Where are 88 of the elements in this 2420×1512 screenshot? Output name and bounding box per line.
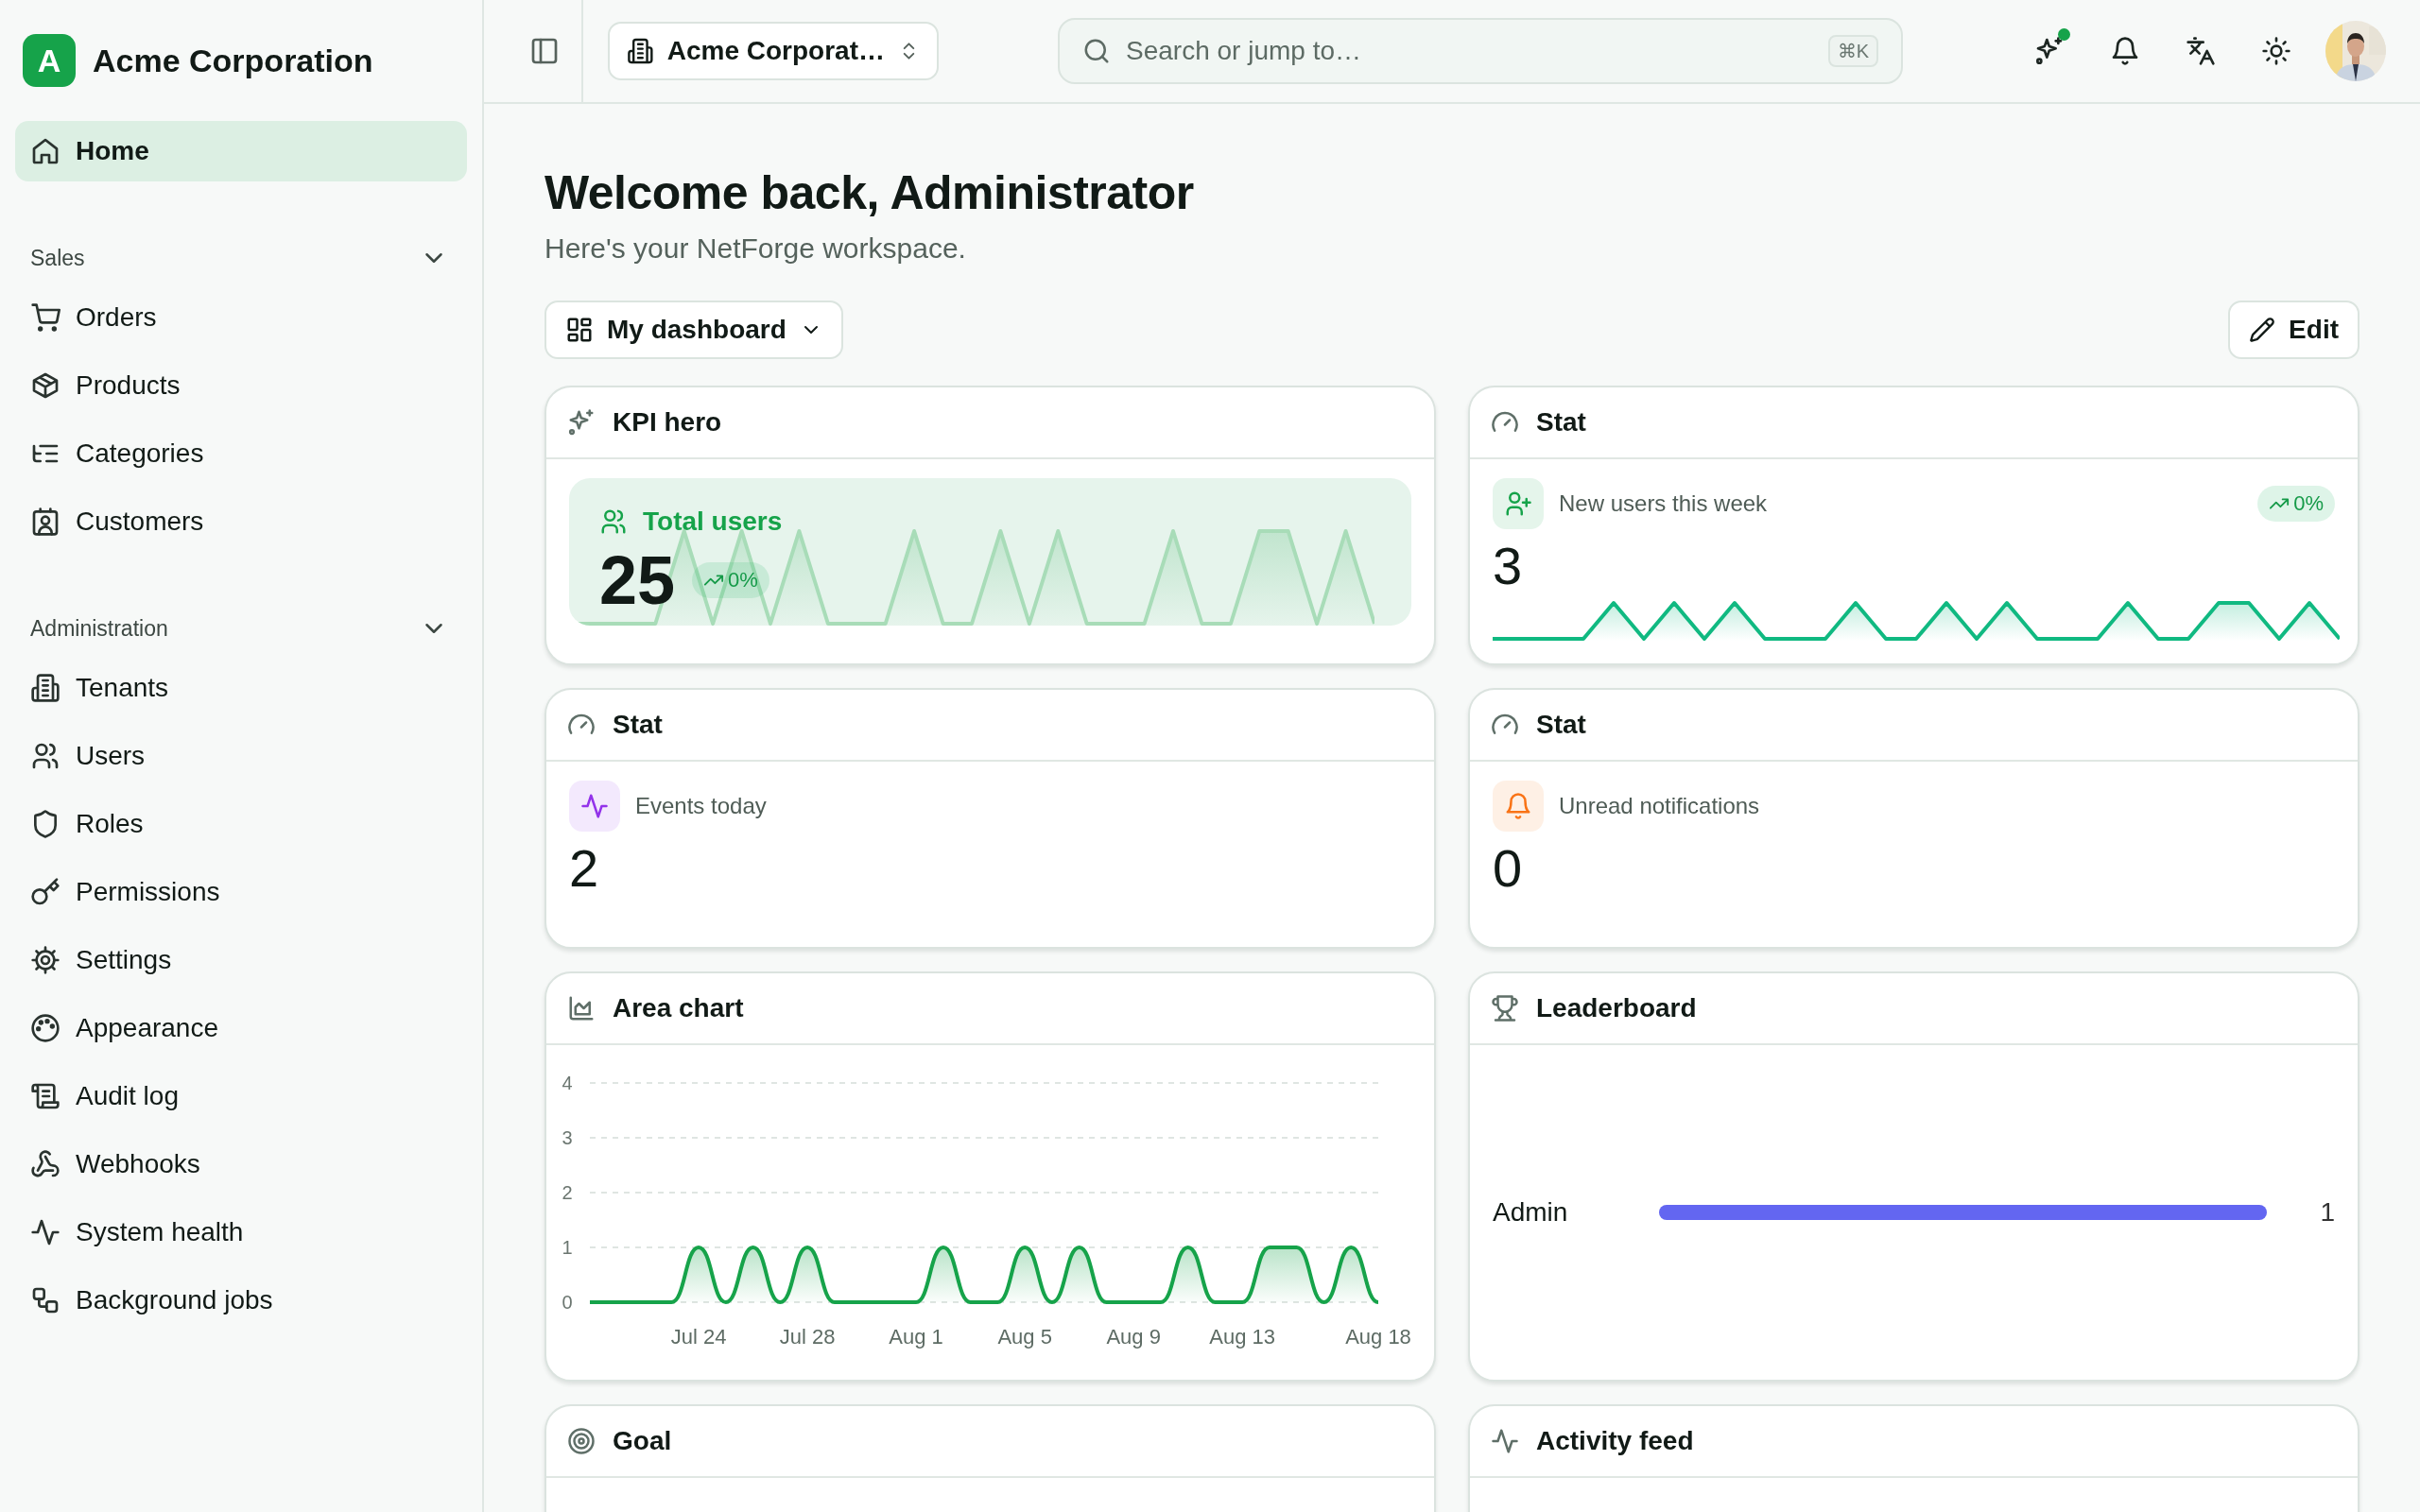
card-title: Goal bbox=[613, 1426, 672, 1456]
pulse-icon bbox=[30, 1217, 60, 1247]
sparkles-icon bbox=[2034, 36, 2065, 66]
layout-grid-icon bbox=[565, 316, 594, 344]
area-chart-icon bbox=[567, 994, 596, 1022]
search-field[interactable]: Search or jump to… ⌘K bbox=[1058, 18, 1903, 84]
section-header[interactable]: Sales bbox=[15, 232, 467, 284]
card-title: KPI hero bbox=[613, 407, 722, 438]
trend-badge: 0% bbox=[692, 562, 769, 598]
nav-item[interactable]: Background jobs bbox=[15, 1270, 467, 1331]
logo-badge: A bbox=[23, 34, 76, 87]
settings-icon bbox=[30, 945, 60, 975]
axis-label: Aug 9 bbox=[1106, 1325, 1161, 1349]
contact-card-icon bbox=[30, 507, 60, 537]
nav-item[interactable]: Audit log bbox=[15, 1066, 467, 1126]
building-icon bbox=[627, 37, 654, 65]
palette-icon bbox=[30, 1013, 60, 1043]
axis-label: 2 bbox=[562, 1182, 573, 1203]
card-title: Area chart bbox=[613, 993, 744, 1023]
webhook-icon bbox=[30, 1149, 60, 1179]
organization-select[interactable]: Acme Corporat… bbox=[608, 22, 939, 80]
nav-item[interactable]: Tenants bbox=[15, 658, 467, 718]
axis-label: 4 bbox=[562, 1073, 573, 1093]
scroll-icon bbox=[30, 1081, 60, 1111]
nav-item[interactable]: System health bbox=[15, 1202, 467, 1263]
organization-name: Acme Corporation bbox=[93, 42, 373, 79]
key-icon bbox=[30, 877, 60, 907]
edit-button[interactable]: Edit bbox=[2228, 301, 2360, 359]
card-title: Activity feed bbox=[1536, 1426, 1694, 1456]
nav-item[interactable]: Home bbox=[15, 121, 467, 181]
panel-icon bbox=[529, 36, 560, 66]
card-title: Stat bbox=[613, 710, 663, 740]
users-icon bbox=[599, 507, 628, 536]
nav-item[interactable]: Products bbox=[15, 355, 467, 416]
box-icon bbox=[30, 370, 60, 401]
building-icon bbox=[30, 673, 60, 703]
sun-icon bbox=[2261, 36, 2291, 66]
nav-item[interactable]: Settings bbox=[15, 930, 467, 990]
stat-label: New users this week bbox=[1559, 490, 1769, 517]
axis-label: Aug 18 bbox=[1345, 1325, 1411, 1349]
axis-label: Jul 28 bbox=[779, 1325, 836, 1349]
card-title: Leaderboard bbox=[1536, 993, 1697, 1023]
dashboard-select[interactable]: My dashboard bbox=[544, 301, 843, 359]
translate-icon bbox=[2186, 36, 2216, 66]
axis-label: Jul 24 bbox=[670, 1325, 727, 1349]
home-icon bbox=[30, 136, 60, 166]
users-icon bbox=[30, 741, 60, 771]
card-title: Stat bbox=[1536, 710, 1586, 740]
nav-item[interactable]: Appearance bbox=[15, 998, 467, 1058]
stat-value: 2 bbox=[569, 837, 600, 900]
section-title: Administration bbox=[30, 615, 168, 642]
nav-item[interactable]: Customers bbox=[15, 491, 467, 552]
kpi-value: 25 bbox=[599, 544, 676, 616]
trend-badge: 0% bbox=[2257, 486, 2335, 522]
page-subtitle: Here's your NetForge workspace. bbox=[544, 232, 967, 265]
axis-label: 0 bbox=[562, 1292, 573, 1313]
nav-item[interactable]: Roles bbox=[15, 794, 467, 854]
page-title: Welcome back, Administrator bbox=[544, 165, 1195, 221]
pencil-icon bbox=[2249, 317, 2276, 343]
leader-name: Admin bbox=[1493, 1197, 1569, 1228]
trophy-icon bbox=[1491, 994, 1519, 1022]
axis-label: Aug 5 bbox=[997, 1325, 1052, 1349]
stat-value: 3 bbox=[1493, 535, 1524, 597]
axis-label: 1 bbox=[562, 1237, 573, 1258]
shortcut-hint: ⌘K bbox=[1827, 35, 1878, 67]
axis-label: Aug 13 bbox=[1209, 1325, 1276, 1349]
leader-score: 1 bbox=[2319, 1197, 2335, 1228]
nav-item[interactable]: Permissions bbox=[15, 862, 467, 922]
nav-item[interactable]: Webhooks bbox=[15, 1134, 467, 1194]
stat-label: Unread notifications bbox=[1559, 793, 1761, 819]
stat-label: Events today bbox=[635, 793, 768, 819]
nav-item[interactable]: Categories bbox=[15, 423, 467, 484]
kpi-label: Total users bbox=[643, 507, 783, 537]
pulse-icon bbox=[1491, 1427, 1519, 1455]
stat-value: 0 bbox=[1493, 837, 1524, 900]
nav-item[interactable]: Users bbox=[15, 726, 467, 786]
flow-icon bbox=[30, 1285, 60, 1315]
card-title: Stat bbox=[1536, 407, 1586, 438]
bell-icon bbox=[2110, 36, 2140, 66]
search-icon bbox=[1082, 37, 1111, 65]
axis-label: 3 bbox=[562, 1127, 573, 1148]
section-title: Sales bbox=[30, 245, 85, 271]
nav-item[interactable]: Orders bbox=[15, 287, 467, 348]
axis-label: Aug 1 bbox=[889, 1325, 943, 1349]
cart-icon bbox=[30, 302, 60, 333]
sparkles-icon bbox=[567, 408, 596, 437]
target-icon bbox=[567, 1427, 596, 1455]
section-header[interactable]: Administration bbox=[15, 602, 467, 655]
